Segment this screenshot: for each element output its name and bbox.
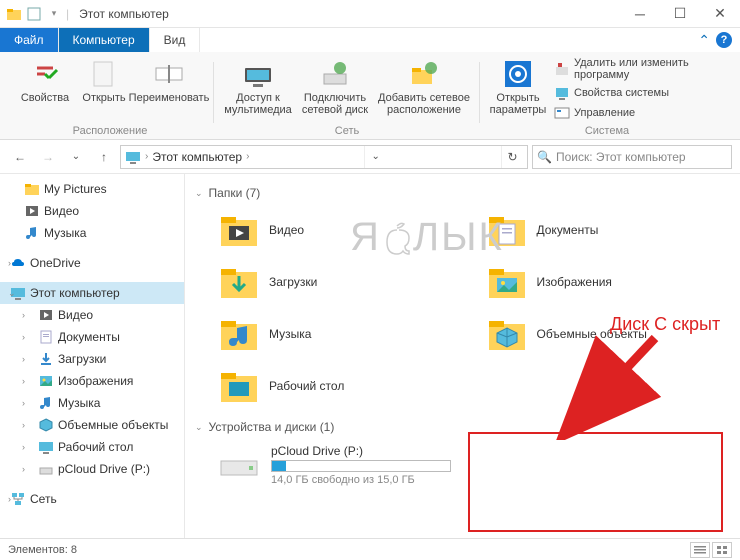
system-properties-button[interactable]: Свойства системы <box>552 84 726 102</box>
drive-usage-bar <box>271 460 451 472</box>
folder-video[interactable]: Видео <box>215 206 463 254</box>
ribbon-group-system: Открыть параметры Удалить или изменить п… <box>480 56 734 139</box>
refresh-button[interactable]: ↻ <box>501 146 523 168</box>
drive-free-text: 14,0 ГБ свободно из 15,0 ГБ <box>271 474 451 486</box>
view-icons-button[interactable] <box>712 542 732 558</box>
window-title: Этот компьютер <box>75 7 620 21</box>
add-network-location-button[interactable]: Добавить сетевое расположение <box>376 56 472 118</box>
window-controls: ─ ☐ ✕ <box>620 0 740 28</box>
manage-button[interactable]: Управление <box>552 104 726 122</box>
folders-section-header[interactable]: ⌄Папки (7) <box>195 186 730 200</box>
open-button[interactable]: Открыть <box>80 56 128 106</box>
sidebar-item-this-pc[interactable]: ⌄Этот компьютер <box>0 282 184 304</box>
open-settings-button[interactable]: Открыть параметры <box>488 56 548 118</box>
maximize-button[interactable]: ☐ <box>660 0 700 28</box>
uninstall-button[interactable]: Удалить или изменить программу <box>552 56 726 82</box>
pc-icon <box>125 149 141 165</box>
sidebar-item-3d[interactable]: ›Объемные объекты <box>0 414 184 436</box>
sidebar-item-music[interactable]: Музыка <box>0 222 184 244</box>
status-bar: Элементов: 8 <box>0 538 740 560</box>
ribbon-group-location: Свойства Открыть Переименовать Расположе… <box>6 56 214 139</box>
tab-view[interactable]: Вид <box>150 28 201 52</box>
sidebar-item-video[interactable]: Видео <box>0 200 184 222</box>
annotation-box <box>468 432 723 532</box>
drive-name: pCloud Drive (P:) <box>271 444 451 458</box>
sidebar-item-onedrive[interactable]: ›OneDrive <box>0 252 184 274</box>
ribbon: Свойства Открыть Переименовать Расположе… <box>0 52 740 140</box>
quick-access-toolbar: ▾ | <box>0 6 75 22</box>
close-button[interactable]: ✕ <box>700 0 740 28</box>
tab-computer[interactable]: Компьютер <box>59 28 150 52</box>
folder-documents[interactable]: Документы <box>483 206 731 254</box>
search-icon: 🔍 <box>537 150 552 164</box>
ribbon-tabs: Файл Компьютер Вид ⌃ ? <box>0 28 740 52</box>
up-button[interactable]: ↑ <box>92 145 116 169</box>
recent-dropdown[interactable]: ⌄ <box>64 145 88 169</box>
title-bar: ▾ | Этот компьютер ─ ☐ ✕ <box>0 0 740 28</box>
sidebar-item-music-2[interactable]: ›Музыка <box>0 392 184 414</box>
folder-downloads[interactable]: Загрузки <box>215 258 463 306</box>
explorer-icon <box>6 6 22 22</box>
tab-file[interactable]: Файл <box>0 28 59 52</box>
rename-button[interactable]: Переименовать <box>132 56 206 106</box>
minimize-button[interactable]: ─ <box>620 0 660 28</box>
breadcrumb-dropdown[interactable]: ⌄ <box>364 146 386 168</box>
sidebar-item-pictures[interactable]: ›Изображения <box>0 370 184 392</box>
ribbon-group-network: Доступ к мультимедиа Подключить сетевой … <box>214 56 480 139</box>
sidebar-item-desktop[interactable]: ›Рабочий стол <box>0 436 184 458</box>
view-details-button[interactable] <box>690 542 710 558</box>
folder-desktop[interactable]: Рабочий стол <box>215 362 463 410</box>
folder-pictures[interactable]: Изображения <box>483 258 731 306</box>
forward-button[interactable]: → <box>36 145 60 169</box>
sidebar-item-pcloud[interactable]: ›pCloud Drive (P:) <box>0 458 184 480</box>
media-access-button[interactable]: Доступ к мультимедиа <box>222 56 294 118</box>
sidebar-item-downloads[interactable]: ›Загрузки <box>0 348 184 370</box>
address-bar: ← → ⌄ ↑ › Этот компьютер › ⌄ ↻ 🔍 Поиск: … <box>0 140 740 174</box>
annotation-arrow <box>555 330 675 440</box>
drive-icon <box>219 449 259 481</box>
sidebar-item-my-pictures[interactable]: My Pictures <box>0 178 184 200</box>
breadcrumb-item[interactable]: Этот компьютер <box>152 150 242 164</box>
help-icon[interactable]: ? <box>716 32 732 48</box>
navigation-pane[interactable]: My Pictures Видео Музыка ›OneDrive ⌄Этот… <box>0 174 185 538</box>
collapse-ribbon-icon[interactable]: ⌃ <box>698 32 710 49</box>
sidebar-item-network[interactable]: ›Сеть <box>0 488 184 510</box>
properties-button[interactable]: Свойства <box>14 56 76 106</box>
status-count: Элементов: 8 <box>8 544 77 556</box>
search-input[interactable]: 🔍 Поиск: Этот компьютер <box>532 145 732 169</box>
sidebar-item-documents[interactable]: ›Документы <box>0 326 184 348</box>
sidebar-item-video-2[interactable]: ›Видео <box>0 304 184 326</box>
qat-properties-icon[interactable] <box>26 6 42 22</box>
breadcrumb[interactable]: › Этот компьютер › ⌄ ↻ <box>120 145 528 169</box>
back-button[interactable]: ← <box>8 145 32 169</box>
folder-music[interactable]: Музыка <box>215 310 463 358</box>
qat-dropdown-icon[interactable]: ▾ <box>46 6 62 22</box>
map-drive-button[interactable]: Подключить сетевой диск <box>298 56 372 118</box>
